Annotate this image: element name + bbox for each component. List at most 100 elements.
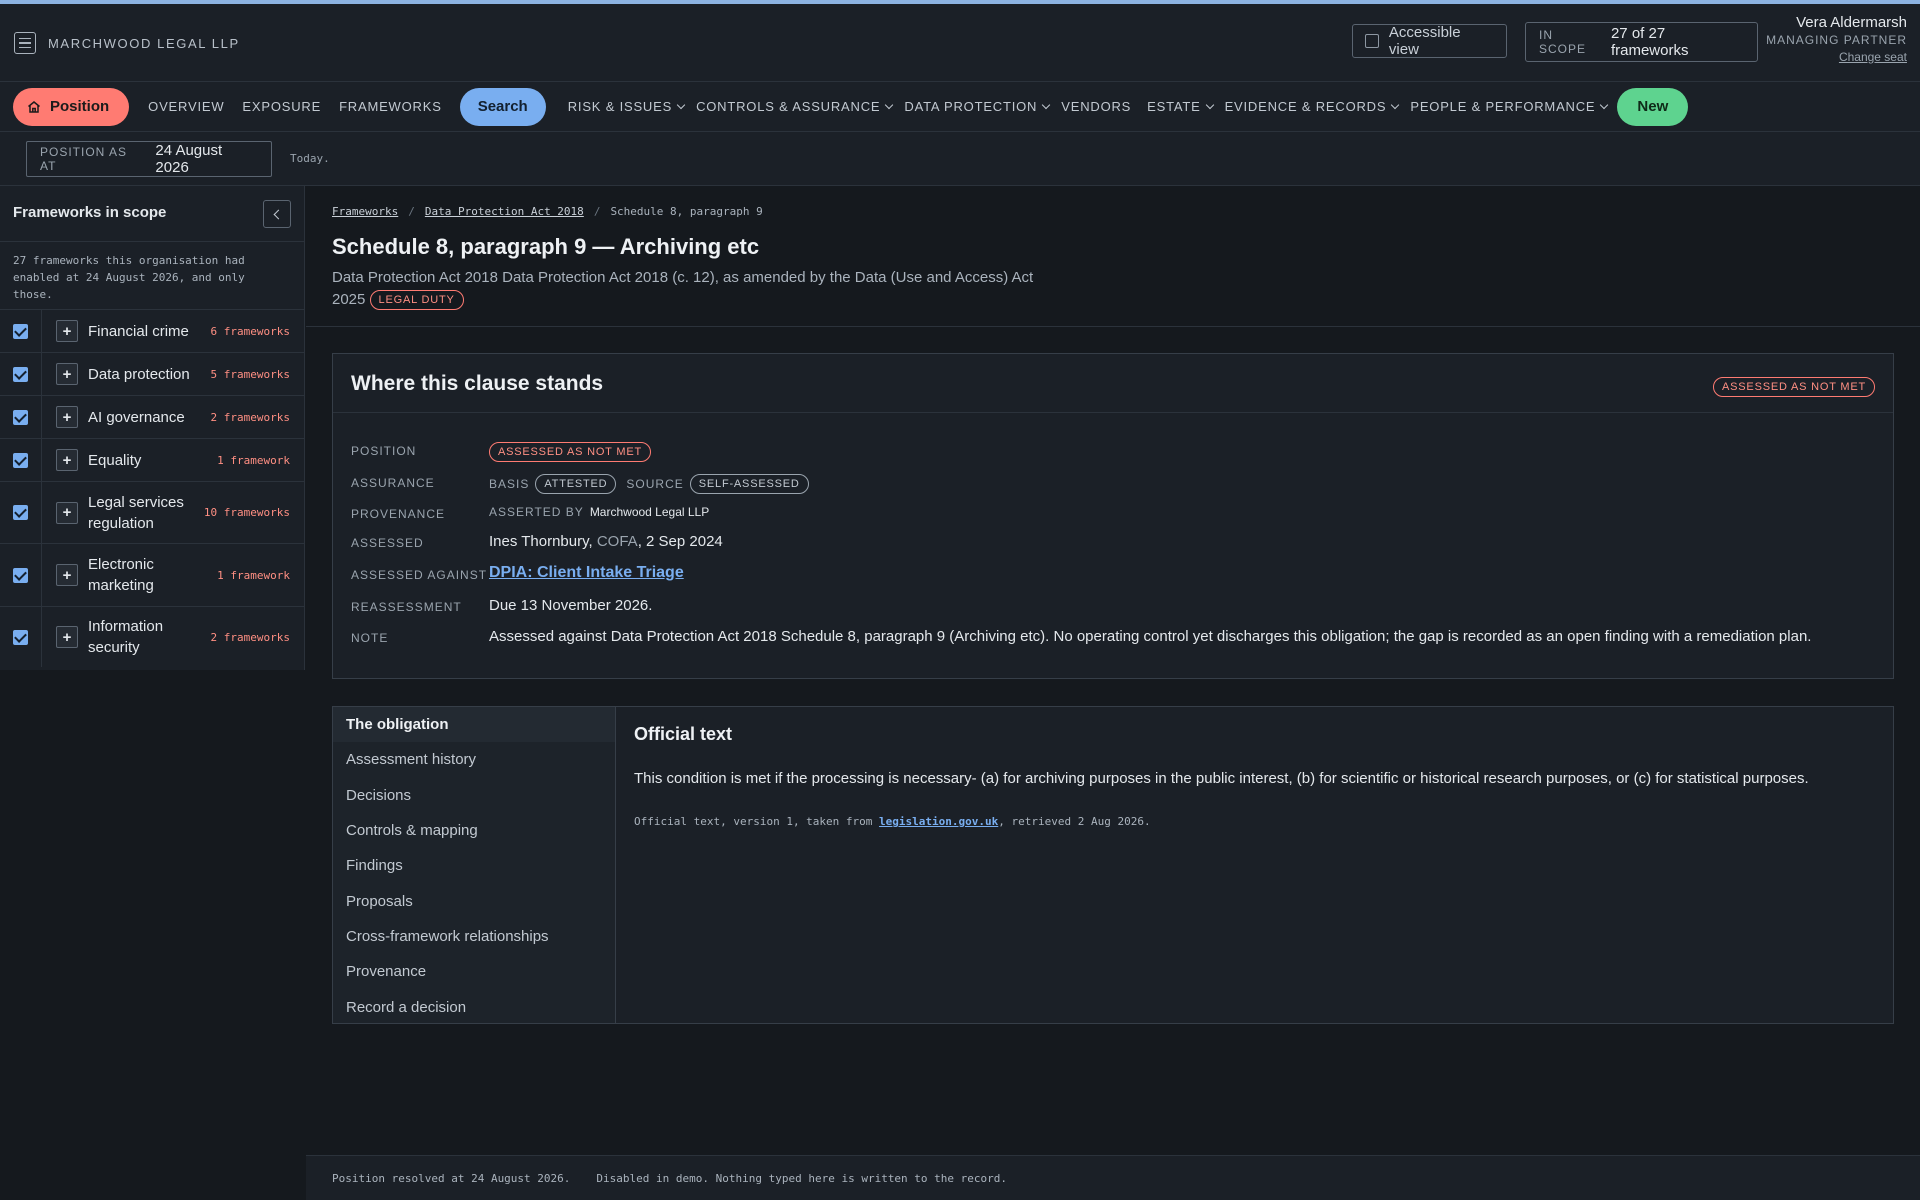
nav-risk-issues[interactable]: RISK & ISSUES: [568, 99, 686, 114]
expand-plus-icon[interactable]: +: [56, 564, 78, 586]
scope-value: 27 of 27 frameworks: [1610, 25, 1689, 59]
source-badge: SELF-ASSESSED: [689, 474, 809, 494]
sidebar-item-count: 6 frameworks: [210, 324, 290, 338]
chevron-left-icon: [273, 209, 284, 219]
breadcrumb: Frameworks / Data Protection Act 2018 / …: [332, 205, 763, 218]
sidebar-item-legal-services[interactable]: + Legal services regulation 10 framework…: [0, 482, 304, 544]
menu-icon[interactable]: [14, 32, 36, 54]
nav-new-button[interactable]: New: [1617, 87, 1689, 126]
checked-checkbox[interactable]: [13, 567, 28, 583]
page-title: Schedule 8, paragraph 9 — Archiving etc: [332, 234, 760, 259]
position-date-picker[interactable]: POSITION AS AT 24 August 2026: [26, 141, 272, 177]
top-header: MARCHWOOD LEGAL LLP Accessible view IN S…: [0, 4, 1920, 82]
accessible-view-label: Accessible view: [1388, 24, 1461, 58]
accessible-view-checkbox[interactable]: [1365, 34, 1379, 48]
expand-plus-icon[interactable]: +: [56, 406, 78, 428]
nav-position-button[interactable]: Position: [13, 87, 130, 126]
legislation-link[interactable]: legislation.gov.uk: [879, 815, 998, 828]
official-text-source: Official text, version 1, taken from leg…: [634, 815, 1151, 828]
sidebar-item-label: Equality: [88, 451, 142, 469]
tab-record-decision[interactable]: Record a decision: [333, 989, 615, 1024]
footer: Position resolved at 24 August 2026. Dis…: [306, 1155, 1920, 1200]
basis-badge: ATTESTED: [535, 474, 617, 494]
user-role: MANAGING PARTNER: [1766, 33, 1907, 47]
tab-assessment-history[interactable]: Assessment history: [333, 742, 615, 777]
scope-selector[interactable]: IN SCOPE 27 of 27 frameworks: [1525, 22, 1758, 62]
assessed-key: ASSESSED: [351, 536, 424, 550]
clause-card-title: Where this clause stands: [351, 372, 604, 395]
nav-controls-assurance[interactable]: CONTROLS & ASSURANCE: [696, 99, 894, 114]
provenance-key: PROVENANCE: [351, 507, 446, 521]
sidebar-item-ai-governance[interactable]: + AI governance 2 frameworks: [0, 396, 304, 439]
checkbox-cell: [0, 439, 42, 481]
change-seat-link[interactable]: Change seat: [1766, 50, 1907, 64]
nav-vendors[interactable]: VENDORS: [1061, 99, 1131, 114]
accessible-view-toggle[interactable]: Accessible view: [1352, 24, 1507, 58]
assessed-value: Ines Thornbury, COFA, 2 Sep 2024: [489, 533, 723, 550]
sidebar-item-information-security[interactable]: + Information security 2 frameworks: [0, 607, 304, 667]
checked-checkbox[interactable]: [13, 452, 28, 468]
expand-plus-icon[interactable]: +: [56, 363, 78, 385]
nav-controls-label: CONTROLS & ASSURANCE: [696, 99, 881, 114]
nav-exposure[interactable]: EXPOSURE: [242, 99, 321, 114]
position-date-label: POSITION AS AT: [40, 145, 128, 173]
sidebar-item-count: 10 frameworks: [203, 506, 290, 519]
nav-overview[interactable]: OVERVIEW: [148, 99, 224, 114]
footer-disabled: Disabled in demo. Nothing typed here is …: [596, 1171, 1008, 1185]
nav-evidence-records[interactable]: EVIDENCE & RECORDS: [1225, 99, 1400, 114]
checked-checkbox[interactable]: [13, 366, 28, 382]
nav-people-performance[interactable]: PEOPLE & PERFORMANCE: [1410, 99, 1609, 114]
checked-checkbox[interactable]: [13, 629, 28, 645]
expand-plus-icon[interactable]: +: [56, 449, 78, 471]
expand-plus-icon[interactable]: +: [56, 320, 78, 342]
sidebar-title: Frameworks in scope: [13, 204, 167, 221]
nav-data-protection[interactable]: DATA PROTECTION: [904, 99, 1051, 114]
assessed-against-key: ASSESSED AGAINST: [351, 568, 488, 582]
clause-card-header: Where this clause stands ASSESSED AS NOT…: [333, 354, 1893, 413]
collapse-sidebar-button[interactable]: [263, 200, 291, 228]
sidebar-item-equality[interactable]: + Equality 1 framework: [0, 439, 304, 482]
position-key: POSITION: [351, 444, 417, 458]
checked-checkbox[interactable]: [13, 505, 28, 520]
official-text-body: This condition is met if the processing …: [634, 770, 1809, 787]
sidebar-description: 27 frameworks this organisation had enab…: [0, 242, 304, 310]
sidebar-item-data-protection[interactable]: + Data protection 5 frameworks: [0, 353, 304, 396]
expand-plus-icon[interactable]: +: [56, 626, 78, 648]
official-text-title: Official text: [634, 724, 733, 744]
tab-provenance[interactable]: Provenance: [333, 954, 615, 989]
divider: [306, 326, 1920, 327]
checked-checkbox[interactable]: [13, 409, 28, 425]
sidebar-item-financial-crime[interactable]: + Financial crime 6 frameworks: [0, 310, 304, 353]
sidebar-header: Frameworks in scope: [0, 186, 304, 242]
tab-findings[interactable]: Findings: [333, 848, 615, 883]
user-info: Vera Aldermarsh MANAGING PARTNER Change …: [1766, 14, 1907, 64]
checked-checkbox[interactable]: [13, 323, 28, 339]
sidebar-item-label: Data protection: [88, 365, 190, 383]
assessor-role: COFA: [596, 533, 638, 550]
sidebar-item-label: AI governance: [88, 408, 185, 426]
expand-plus-icon[interactable]: +: [56, 501, 78, 524]
tab-proposals[interactable]: Proposals: [333, 883, 615, 918]
dpia-link[interactable]: DPIA: Client Intake Triage: [489, 564, 684, 582]
asserted-by-key: ASSERTED BY: [489, 505, 584, 519]
nav-frameworks[interactable]: FRAMEWORKS: [339, 99, 442, 114]
breadcrumb-frameworks[interactable]: Frameworks: [332, 205, 398, 218]
tab-controls-mapping[interactable]: Controls & mapping: [333, 813, 615, 848]
assessed-against-value: DPIA: Client Intake Triage: [489, 564, 684, 582]
position-date-bar: POSITION AS AT 24 August 2026 Today.: [0, 132, 1920, 186]
tab-the-obligation[interactable]: The obligation: [333, 707, 615, 743]
breadcrumb-separator: /: [408, 205, 415, 218]
assurance-key: ASSURANCE: [351, 476, 435, 490]
breadcrumb-act[interactable]: Data Protection Act 2018: [425, 205, 584, 218]
clause-status-card: Where this clause stands ASSESSED AS NOT…: [332, 353, 1894, 679]
nav-search-button[interactable]: Search: [459, 87, 546, 126]
nav-estate[interactable]: ESTATE: [1147, 99, 1214, 114]
checkbox-cell: [0, 353, 42, 395]
nav-data-protection-label: DATA PROTECTION: [904, 99, 1038, 114]
tab-decisions[interactable]: Decisions: [333, 778, 615, 813]
checkbox-cell: [0, 607, 42, 667]
chevron-down-icon: [676, 100, 686, 109]
tab-cross-framework[interactable]: Cross-framework relationships: [333, 919, 615, 954]
brand[interactable]: MARCHWOOD LEGAL LLP: [14, 32, 240, 54]
sidebar-item-electronic-marketing[interactable]: + Electronic marketing 1 framework: [0, 544, 304, 607]
